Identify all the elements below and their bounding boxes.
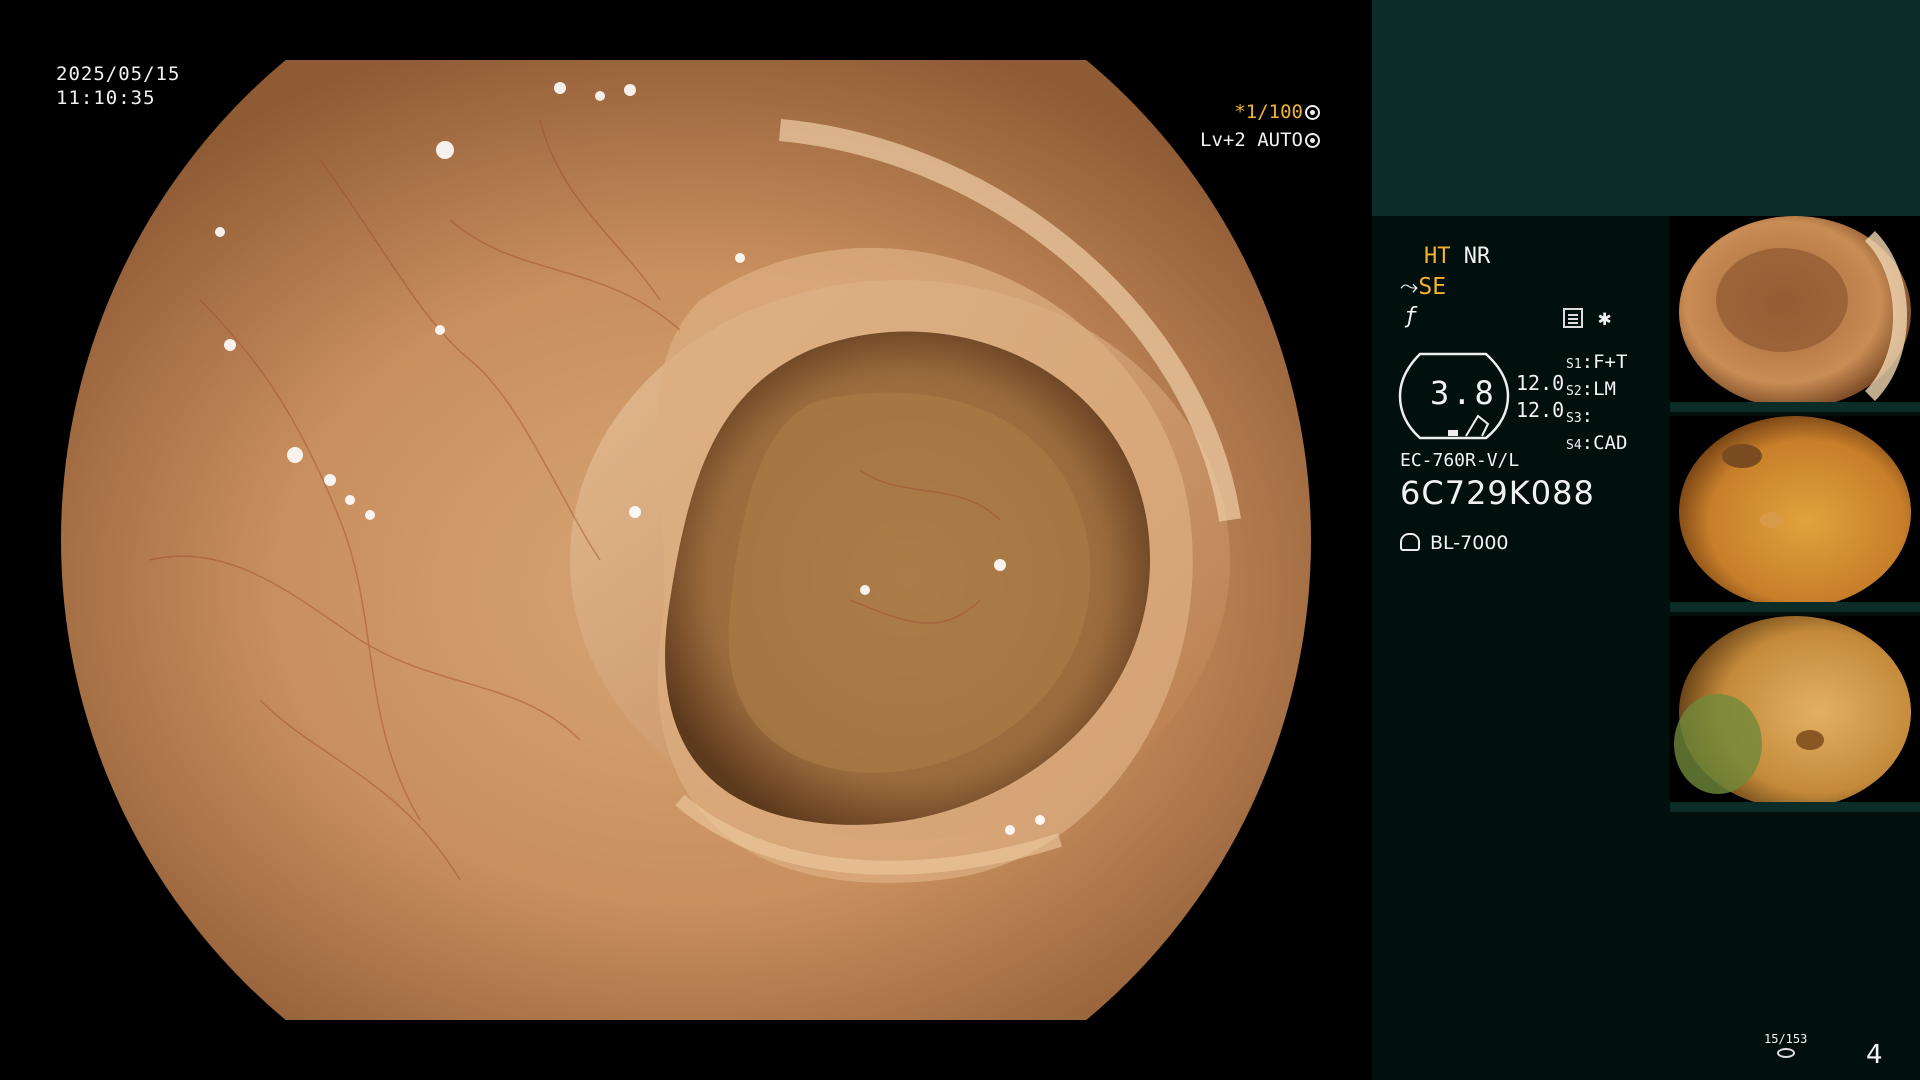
- switch-value: CAD: [1593, 432, 1628, 454]
- se-mode: SE: [1418, 274, 1447, 300]
- status-panel: HT NR ⤳SE ƒ ✱ 3.8 12.0 12.0 S1:F+T S2:LM…: [1372, 0, 1920, 1080]
- iris-dial-icon: [1305, 133, 1320, 148]
- capture-counter: 15/153: [1764, 1032, 1807, 1058]
- panel-header-band: [1372, 0, 1920, 216]
- switch-s2: S2:LM: [1566, 378, 1616, 400]
- switch-s1: S1:F+T: [1566, 351, 1628, 373]
- capture-thumbnail-1[interactable]: [1670, 216, 1920, 412]
- nr-mode: NR: [1463, 244, 1491, 269]
- enhancement-modes: HT NR: [1424, 244, 1490, 269]
- value-1: 12.0: [1516, 371, 1565, 395]
- asterisk-icon: ✱: [1598, 306, 1612, 331]
- record-list-icon: [1563, 308, 1583, 328]
- capture-thumbnail-3[interactable]: [1670, 616, 1920, 812]
- switch-label: S3: [1566, 411, 1582, 426]
- light-source-row: BL-7000: [1400, 532, 1509, 554]
- storage-icon: [1776, 1048, 1795, 1058]
- zoom-value: 3.8: [1430, 374, 1497, 412]
- capture-date: 2025/05/15: [56, 63, 181, 85]
- f-mode-icon: ƒ: [1404, 304, 1418, 329]
- capture-thumbnail-2[interactable]: [1670, 416, 1920, 612]
- scope-serial: 6C729K088: [1400, 474, 1595, 512]
- switch-value: LM: [1593, 378, 1616, 400]
- switch-label: S4: [1566, 438, 1582, 453]
- switch-label: S2: [1566, 384, 1582, 399]
- capture-count: 15/153: [1764, 1032, 1808, 1046]
- ht-mode: HT: [1424, 244, 1451, 269]
- switch-value: F+T: [1593, 351, 1628, 373]
- curve-icon: ⤳: [1400, 274, 1419, 300]
- switch-s3: S3:: [1566, 405, 1594, 427]
- switch-label: S1: [1566, 357, 1582, 372]
- endoscopic-image: [61, 60, 1311, 1020]
- thumbnail-image: [1670, 216, 1920, 412]
- lamp-icon: [1400, 533, 1420, 551]
- thumbnail-image: [1670, 616, 1920, 812]
- endoscope-viewport: 2025/05/15 11:10:35 *1/100 Lv+2 AUTO: [0, 0, 1372, 1080]
- light-source-model: BL-7000: [1430, 532, 1509, 554]
- structure-enhancement-row: ⤳SE: [1400, 274, 1446, 300]
- scope-model: EC-760R-V/L: [1400, 450, 1520, 471]
- page-number: 4: [1866, 1040, 1883, 1070]
- shutter-dial-icon: [1305, 105, 1320, 120]
- gain-values: 12.0 12.0: [1516, 370, 1564, 424]
- switch-s4: S4:CAD: [1566, 432, 1628, 454]
- iris-mode: Lv+2 AUTO: [1200, 129, 1303, 151]
- value-2: 12.0: [1516, 398, 1565, 422]
- capture-time: 11:10:35: [56, 87, 156, 109]
- shutter-speed: 1/100: [1245, 101, 1303, 123]
- shutter-mark: *: [1234, 101, 1246, 123]
- date-time-readout: 2025/05/15 11:10:35: [56, 62, 180, 110]
- shutter-readout: *1/100: [1234, 100, 1320, 124]
- iris-readout: Lv+2 AUTO: [1200, 128, 1320, 152]
- switch-settings: S1:F+T S2:LM S3: S4:CAD: [1566, 350, 1627, 458]
- thumbnail-image: [1670, 416, 1920, 612]
